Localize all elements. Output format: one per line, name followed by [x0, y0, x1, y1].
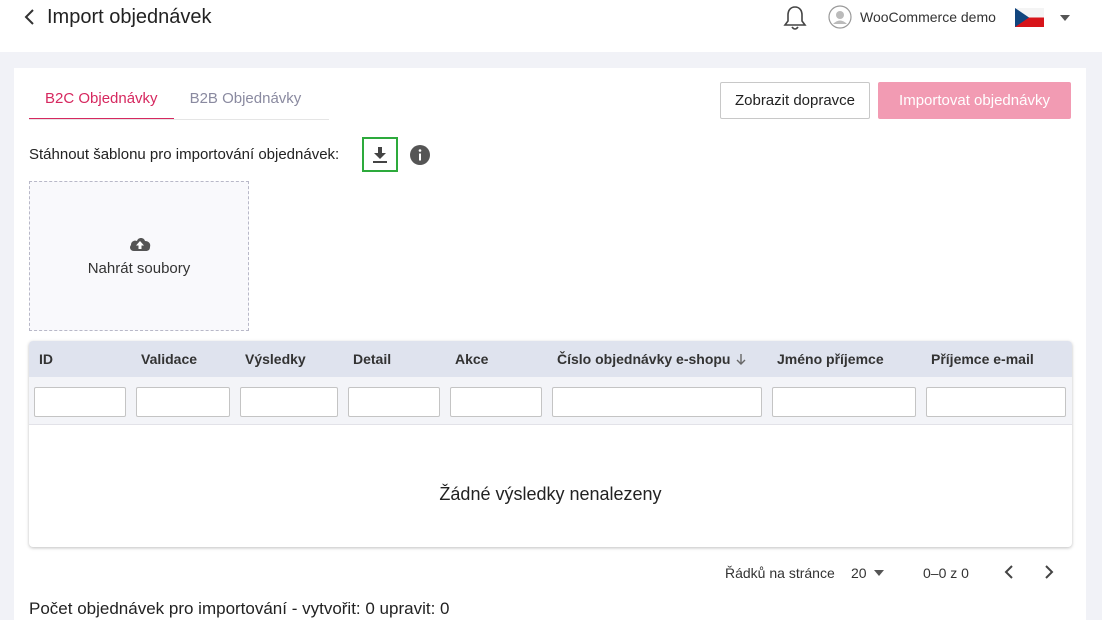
filter-row — [29, 377, 1072, 425]
column-header-recipient-email[interactable]: Příjemce e-mail — [931, 351, 1034, 367]
file-upload-dropzone[interactable]: Nahrát soubory — [29, 181, 249, 331]
column-header-id[interactable]: ID — [39, 351, 53, 367]
empty-table-message: Žádné výsledky nenalezeny — [439, 484, 662, 504]
rows-per-page-label: Řádků na stránce — [725, 565, 835, 581]
filter-recipient-name-input[interactable] — [772, 387, 916, 417]
rows-per-page-select[interactable]: 20 — [851, 564, 884, 582]
tabs-divider — [29, 119, 329, 120]
import-orders-button[interactable]: Importovat objednávky — [878, 82, 1071, 119]
filter-detail-input[interactable] — [348, 387, 440, 417]
orders-table: ID Validace Výsledky Detail Akce Číslo o… — [29, 341, 1072, 547]
back-icon[interactable] — [20, 7, 40, 27]
avatar-icon — [828, 5, 852, 29]
filter-recipient-email-input[interactable] — [926, 387, 1066, 417]
cz-flag-icon[interactable] — [1015, 8, 1044, 27]
order-type-tabs: B2C Objednávky B2B Objednávky — [29, 82, 317, 120]
column-header-validation[interactable]: Validace — [141, 351, 197, 367]
filter-id-input[interactable] — [34, 387, 126, 417]
chevron-down-icon[interactable] — [1060, 15, 1070, 21]
user-menu[interactable]: WooCommerce demo — [828, 5, 996, 29]
rows-per-page-value: 20 — [851, 565, 867, 581]
page-title: Import objednávek — [47, 6, 212, 28]
sort-arrow-down-icon[interactable] — [735, 353, 747, 365]
user-name: WooCommerce demo — [860, 9, 996, 25]
import-card: B2C Objednávky B2B Objednávky Zobrazit d… — [14, 68, 1086, 620]
cloud-upload-icon — [130, 238, 151, 251]
filter-validation-input[interactable] — [136, 387, 230, 417]
column-header-action[interactable]: Akce — [455, 351, 488, 367]
import-count-summary: Počet objednávek pro importování - vytvo… — [29, 599, 450, 618]
chevron-down-icon — [873, 570, 884, 576]
filter-results-input[interactable] — [240, 387, 338, 417]
column-header-eshop-order-number[interactable]: Číslo objednávky e-shopu — [557, 351, 747, 367]
table-header: ID Validace Výsledky Detail Akce Číslo o… — [29, 341, 1072, 377]
info-icon[interactable] — [410, 145, 430, 165]
pagination-range: 0–0 z 0 — [923, 565, 969, 581]
column-header-detail[interactable]: Detail — [353, 351, 391, 367]
filter-eshop-order-number-input[interactable] — [552, 387, 762, 417]
bell-icon[interactable] — [782, 4, 808, 32]
download-icon — [373, 146, 387, 163]
download-template-button[interactable] — [362, 137, 398, 172]
next-page-icon[interactable] — [1041, 563, 1057, 581]
template-label: Stáhnout šablonu pro importování objedná… — [29, 146, 340, 163]
column-header-results[interactable]: Výsledky — [245, 351, 306, 367]
column-header-recipient-name[interactable]: Jméno příjemce — [777, 351, 884, 367]
tab-b2b[interactable]: B2B Objednávky — [174, 82, 318, 120]
filter-action-input[interactable] — [450, 387, 542, 417]
previous-page-icon[interactable] — [1001, 563, 1017, 581]
show-carriers-button[interactable]: Zobrazit dopravce — [720, 82, 870, 119]
tab-b2c[interactable]: B2C Objednávky — [29, 82, 174, 120]
top-bar: Import objednávek WooCommerce demo — [0, 0, 1102, 52]
upload-label: Nahrát soubory — [87, 260, 191, 277]
